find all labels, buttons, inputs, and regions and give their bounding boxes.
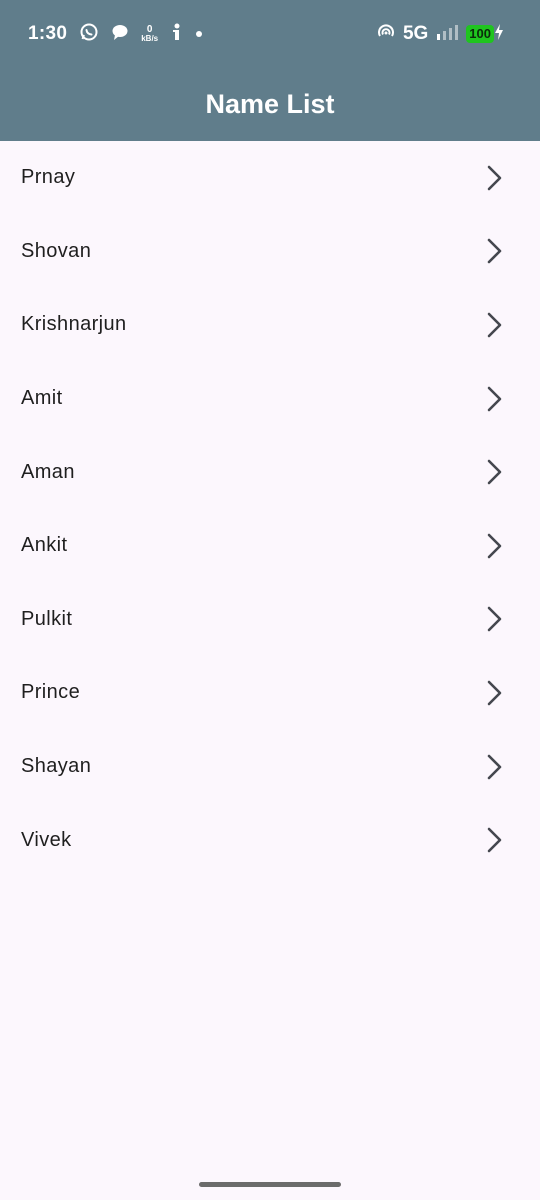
battery: 100 xyxy=(466,23,504,45)
list-item-label: Krishnarjun xyxy=(21,313,127,336)
list-item[interactable]: Vivek xyxy=(0,803,540,877)
list-item[interactable]: Shayan xyxy=(0,730,540,804)
list-item-label: Pulkit xyxy=(21,607,73,630)
list-item[interactable]: Prnay xyxy=(0,141,540,215)
info-icon xyxy=(170,22,184,47)
list-item-label: Prince xyxy=(21,681,81,704)
chevron-right-icon xyxy=(484,457,504,487)
network-type: 5G xyxy=(402,23,429,44)
chevron-right-icon xyxy=(484,531,504,561)
list-item[interactable]: Amit xyxy=(0,362,540,436)
list-item-label: Prnay xyxy=(21,166,76,189)
hotspot-icon xyxy=(377,23,395,46)
chevron-right-icon xyxy=(484,825,504,855)
chevron-right-icon xyxy=(484,678,504,708)
list-item-label: Vivek xyxy=(21,828,72,851)
net-speed-unit: kB/s xyxy=(141,34,159,43)
page-title: Name List xyxy=(205,89,335,119)
list-item[interactable]: Shovan xyxy=(0,215,540,289)
charging-icon xyxy=(494,23,504,45)
name-list: Prnay Shovan Krishnarjun Amit Aman Ankit… xyxy=(0,141,540,877)
home-indicator[interactable] xyxy=(199,1182,341,1187)
battery-level: 100 xyxy=(466,25,494,43)
list-item-label: Shayan xyxy=(21,755,92,778)
chevron-right-icon xyxy=(484,163,504,193)
status-bar-left: 1:30 0 kB/s xyxy=(28,20,203,48)
chevron-right-icon xyxy=(484,384,504,414)
list-item-label: Amit xyxy=(21,387,63,410)
list-item-label: Aman xyxy=(21,460,75,483)
status-bar-right: 5G 100 xyxy=(377,20,504,48)
list-item[interactable]: Aman xyxy=(0,435,540,509)
chevron-right-icon xyxy=(484,604,504,634)
list-item[interactable]: Ankit xyxy=(0,509,540,583)
signal-icon xyxy=(436,23,459,46)
list-item[interactable]: Pulkit xyxy=(0,583,540,657)
chat-bubble-icon xyxy=(111,23,129,46)
status-time: 1:30 xyxy=(28,23,68,44)
app-bar: 1:30 0 kB/s 5G 100 Name List xyxy=(0,0,540,141)
status-bar: 1:30 0 kB/s 5G 100 xyxy=(0,0,540,68)
chevron-right-icon xyxy=(484,752,504,782)
whatsapp-icon xyxy=(79,22,99,47)
net-speed: 0 kB/s xyxy=(141,25,158,43)
list-item-label: Shovan xyxy=(21,239,92,262)
list-item[interactable]: Krishnarjun xyxy=(0,288,540,362)
notification-dot-icon xyxy=(196,31,203,37)
list-item[interactable]: Prince xyxy=(0,656,540,730)
list-item-label: Ankit xyxy=(21,534,68,557)
chevron-right-icon xyxy=(484,310,504,340)
chevron-right-icon xyxy=(484,236,504,266)
